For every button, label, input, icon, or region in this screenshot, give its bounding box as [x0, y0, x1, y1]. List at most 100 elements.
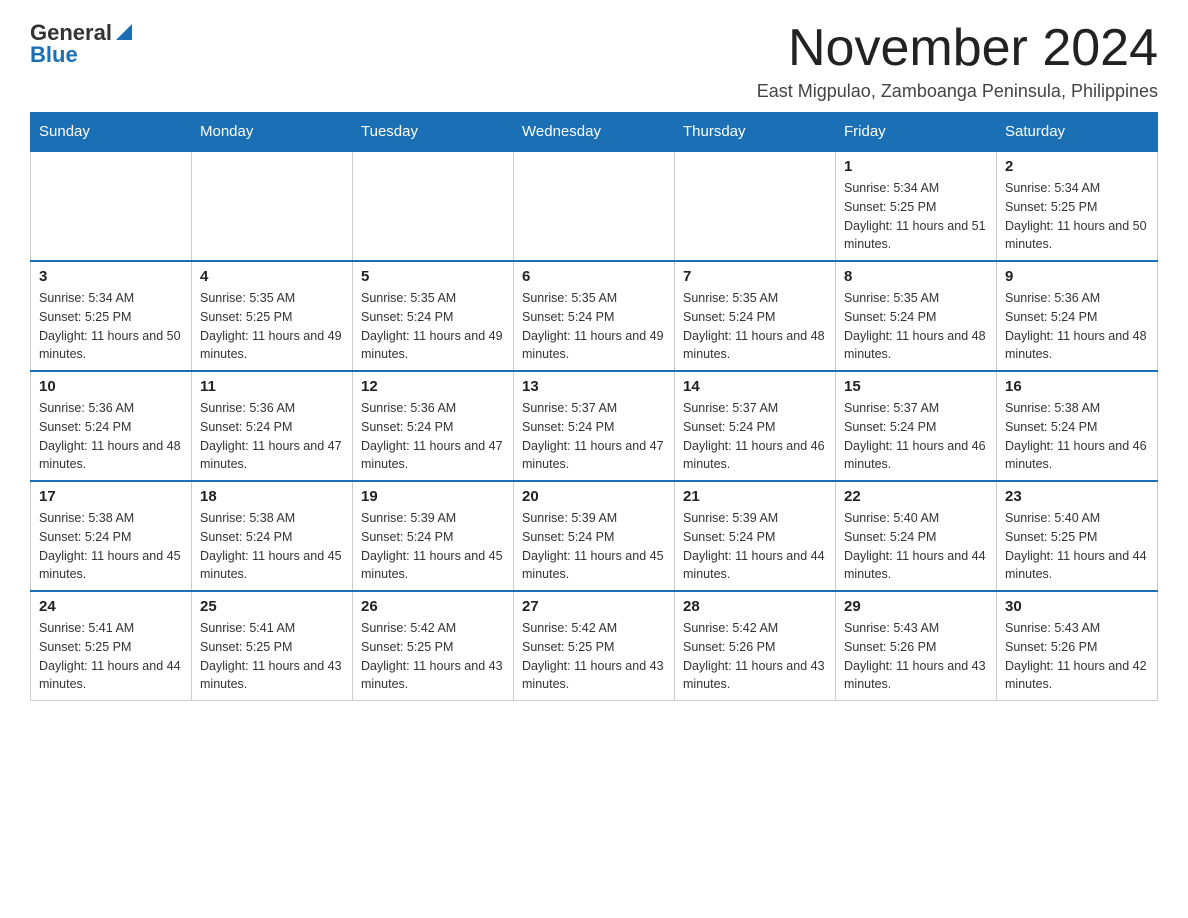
header-day-wednesday: Wednesday	[514, 113, 675, 152]
header-day-monday: Monday	[192, 113, 353, 152]
day-info: Sunrise: 5:38 AMSunset: 5:24 PMDaylight:…	[39, 509, 183, 584]
calendar-body: 1 Sunrise: 5:34 AMSunset: 5:25 PMDaylight…	[31, 151, 1158, 701]
day-info: Sunrise: 5:39 AMSunset: 5:24 PMDaylight:…	[522, 509, 666, 584]
calendar-cell: 3Sunrise: 5:34 AMSunset: 5:25 PMDaylight…	[31, 261, 192, 371]
calendar-cell: 8 Sunrise: 5:35 AMSunset: 5:24 PMDaylight…	[836, 261, 997, 371]
calendar-cell: 20 Sunrise: 5:39 AMSunset: 5:24 PMDayligh…	[514, 481, 675, 591]
day-number: 28	[683, 598, 827, 615]
logo: General Blue	[30, 20, 134, 68]
calendar-cell: 18 Sunrise: 5:38 AMSunset: 5:24 PMDayligh…	[192, 481, 353, 591]
calendar-week-3: 10 Sunrise: 5:36 AMSunset: 5:24 PMDayligh…	[31, 371, 1158, 481]
day-info: Sunrise: 5:35 AMSunset: 5:24 PMDaylight:…	[361, 289, 505, 364]
calendar-cell	[31, 151, 192, 261]
day-info: Sunrise: 5:36 AMSunset: 5:24 PMDaylight:…	[1005, 289, 1149, 364]
calendar-cell: 11 Sunrise: 5:36 AMSunset: 5:24 PMDayligh…	[192, 371, 353, 481]
day-number: 7	[683, 268, 827, 285]
day-info: Sunrise: 5:39 AMSunset: 5:24 PMDaylight:…	[361, 509, 505, 584]
day-number: 9	[1005, 268, 1149, 285]
day-info: Sunrise: 5:35 AMSunset: 5:24 PMDaylight:…	[683, 289, 827, 364]
calendar-cell: 27 Sunrise: 5:42 AMSunset: 5:25 PMDayligh…	[514, 591, 675, 701]
day-info: Sunrise: 5:35 AMSunset: 5:24 PMDaylight:…	[522, 289, 666, 364]
calendar-cell	[675, 151, 836, 261]
day-info: Sunrise: 5:39 AMSunset: 5:24 PMDaylight:…	[683, 509, 827, 584]
calendar-cell: 25 Sunrise: 5:41 AMSunset: 5:25 PMDayligh…	[192, 591, 353, 701]
day-info: Sunrise: 5:42 AMSunset: 5:25 PMDaylight:…	[522, 619, 666, 694]
day-number: 21	[683, 488, 827, 505]
calendar-cell: 2 Sunrise: 5:34 AMSunset: 5:25 PMDaylight…	[997, 151, 1158, 261]
day-number: 1	[844, 158, 988, 175]
calendar-table: SundayMondayTuesdayWednesdayThursdayFrid…	[30, 112, 1158, 701]
day-number: 5	[361, 268, 505, 285]
calendar-header: SundayMondayTuesdayWednesdayThursdayFrid…	[31, 113, 1158, 152]
header-day-sunday: Sunday	[31, 113, 192, 152]
day-number: 2	[1005, 158, 1149, 175]
calendar-cell: 4Sunrise: 5:35 AMSunset: 5:25 PMDaylight…	[192, 261, 353, 371]
day-info: Sunrise: 5:43 AMSunset: 5:26 PMDaylight:…	[844, 619, 988, 694]
header-day-friday: Friday	[836, 113, 997, 152]
day-info: Sunrise: 5:38 AMSunset: 5:24 PMDaylight:…	[1005, 399, 1149, 474]
calendar-cell: 28 Sunrise: 5:42 AMSunset: 5:26 PMDayligh…	[675, 591, 836, 701]
calendar-cell: 23Sunrise: 5:40 AMSunset: 5:25 PMDayligh…	[997, 481, 1158, 591]
day-info: Sunrise: 5:43 AMSunset: 5:26 PMDaylight:…	[1005, 619, 1149, 694]
day-number: 8	[844, 268, 988, 285]
day-info: Sunrise: 5:36 AMSunset: 5:24 PMDaylight:…	[200, 399, 344, 474]
day-info: Sunrise: 5:42 AMSunset: 5:26 PMDaylight:…	[683, 619, 827, 694]
day-info: Sunrise: 5:35 AMSunset: 5:25 PMDaylight:…	[200, 289, 344, 364]
day-info: Sunrise: 5:34 AMSunset: 5:25 PMDaylight:…	[1005, 179, 1149, 254]
day-number: 18	[200, 488, 344, 505]
calendar-cell: 22 Sunrise: 5:40 AMSunset: 5:24 PMDayligh…	[836, 481, 997, 591]
calendar-cell: 16 Sunrise: 5:38 AMSunset: 5:24 PMDayligh…	[997, 371, 1158, 481]
day-number: 13	[522, 378, 666, 395]
day-number: 15	[844, 378, 988, 395]
day-info: Sunrise: 5:38 AMSunset: 5:24 PMDaylight:…	[200, 509, 344, 584]
logo-triangle-icon	[114, 22, 134, 42]
day-info: Sunrise: 5:41 AMSunset: 5:25 PMDaylight:…	[200, 619, 344, 694]
calendar-cell: 13 Sunrise: 5:37 AMSunset: 5:24 PMDayligh…	[514, 371, 675, 481]
header-day-thursday: Thursday	[675, 113, 836, 152]
calendar-cell: 26 Sunrise: 5:42 AMSunset: 5:25 PMDayligh…	[353, 591, 514, 701]
calendar-cell: 21 Sunrise: 5:39 AMSunset: 5:24 PMDayligh…	[675, 481, 836, 591]
header-day-saturday: Saturday	[997, 113, 1158, 152]
month-title: November 2024	[757, 20, 1158, 77]
header-day-tuesday: Tuesday	[353, 113, 514, 152]
day-number: 20	[522, 488, 666, 505]
day-number: 27	[522, 598, 666, 615]
day-number: 11	[200, 378, 344, 395]
day-info: Sunrise: 5:37 AMSunset: 5:24 PMDaylight:…	[522, 399, 666, 474]
day-info: Sunrise: 5:42 AMSunset: 5:25 PMDaylight:…	[361, 619, 505, 694]
calendar-cell: 19 Sunrise: 5:39 AMSunset: 5:24 PMDayligh…	[353, 481, 514, 591]
day-number: 6	[522, 268, 666, 285]
calendar-cell: 12 Sunrise: 5:36 AMSunset: 5:24 PMDayligh…	[353, 371, 514, 481]
day-number: 30	[1005, 598, 1149, 615]
calendar-cell: 1Sunrise: 5:34 AMSunset: 5:25 PMDaylight…	[836, 151, 997, 261]
day-number: 25	[200, 598, 344, 615]
day-number: 26	[361, 598, 505, 615]
calendar-cell	[353, 151, 514, 261]
calendar-cell: 9 Sunrise: 5:36 AMSunset: 5:24 PMDaylight…	[997, 261, 1158, 371]
day-info: Sunrise: 5:35 AMSunset: 5:24 PMDaylight:…	[844, 289, 988, 364]
calendar-week-1: 1 Sunrise: 5:34 AMSunset: 5:25 PMDaylight…	[31, 151, 1158, 261]
day-info: Sunrise: 5:37 AMSunset: 5:24 PMDaylight:…	[844, 399, 988, 474]
day-number: 16	[1005, 378, 1149, 395]
title-block: November 2024 East Migpulao, Zamboanga P…	[757, 20, 1158, 102]
logo-blue-text: Blue	[30, 42, 134, 68]
calendar-week-2: 3Sunrise: 5:34 AMSunset: 5:25 PMDaylight…	[31, 261, 1158, 371]
calendar-week-5: 24Sunrise: 5:41 AMSunset: 5:25 PMDayligh…	[31, 591, 1158, 701]
day-info: Sunrise: 5:40 AMSunset: 5:24 PMDaylight:…	[844, 509, 988, 584]
calendar-cell: 14Sunrise: 5:37 AMSunset: 5:24 PMDayligh…	[675, 371, 836, 481]
calendar-week-4: 17Sunrise: 5:38 AMSunset: 5:24 PMDayligh…	[31, 481, 1158, 591]
calendar-cell: 17Sunrise: 5:38 AMSunset: 5:24 PMDayligh…	[31, 481, 192, 591]
calendar-cell	[192, 151, 353, 261]
day-number: 23	[1005, 488, 1149, 505]
day-number: 10	[39, 378, 183, 395]
calendar-cell	[514, 151, 675, 261]
header-row: SundayMondayTuesdayWednesdayThursdayFrid…	[31, 113, 1158, 152]
calendar-cell: 15 Sunrise: 5:37 AMSunset: 5:24 PMDayligh…	[836, 371, 997, 481]
day-info: Sunrise: 5:36 AMSunset: 5:24 PMDaylight:…	[361, 399, 505, 474]
day-number: 12	[361, 378, 505, 395]
calendar-cell: 7 Sunrise: 5:35 AMSunset: 5:24 PMDaylight…	[675, 261, 836, 371]
day-number: 19	[361, 488, 505, 505]
calendar-cell: 24Sunrise: 5:41 AMSunset: 5:25 PMDayligh…	[31, 591, 192, 701]
day-number: 22	[844, 488, 988, 505]
calendar-cell: 6 Sunrise: 5:35 AMSunset: 5:24 PMDaylight…	[514, 261, 675, 371]
